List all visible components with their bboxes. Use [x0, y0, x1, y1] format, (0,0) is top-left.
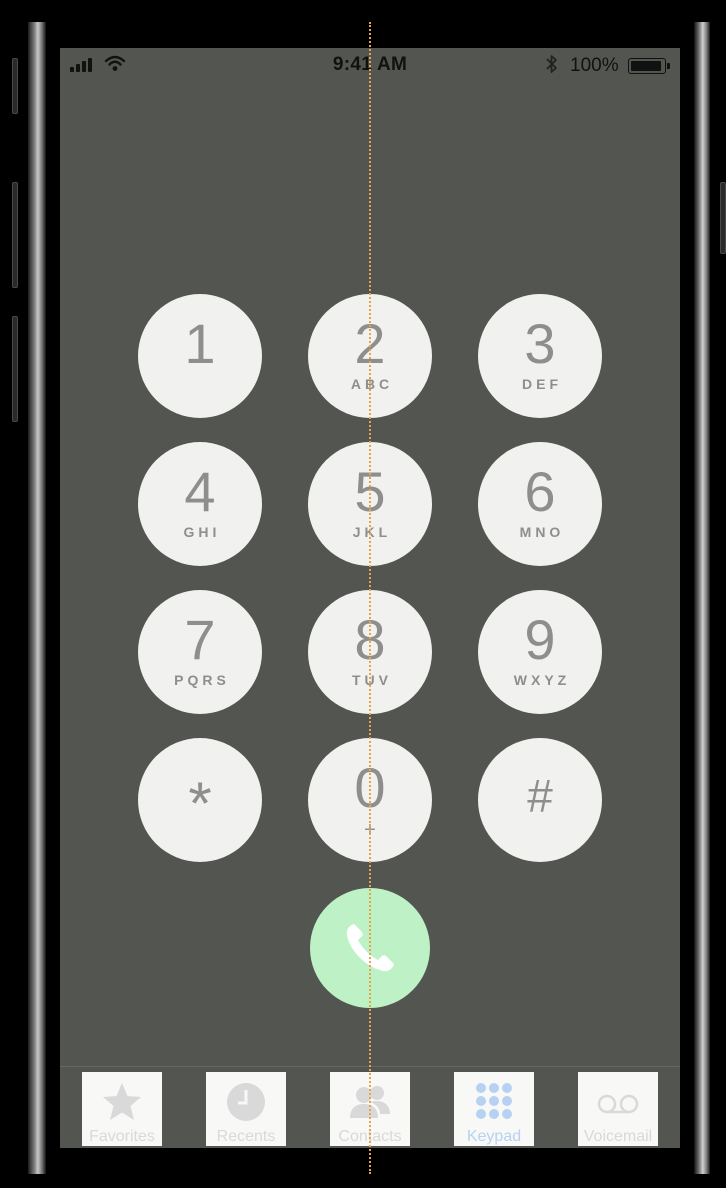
- tab-favorites[interactable]: Favorites: [82, 1072, 162, 1146]
- key-letters: MNO: [519, 524, 565, 540]
- key-digit: 9: [524, 608, 556, 671]
- tab-voicemail[interactable]: Voicemail: [578, 1072, 658, 1146]
- key-digit: 3: [524, 312, 556, 375]
- tab-label: Recents: [216, 1128, 276, 1145]
- tab-label: Favorites: [89, 1128, 155, 1145]
- key-4[interactable]: 4 GHI: [138, 442, 262, 566]
- key-letters: WXYZ: [513, 672, 571, 688]
- volume-up-button: [12, 182, 18, 288]
- key-7[interactable]: 7 PQRS: [138, 590, 262, 714]
- key-digit: #: [527, 770, 553, 822]
- tab-label: Keypad: [466, 1128, 522, 1145]
- key-9[interactable]: 9 WXYZ: [478, 590, 602, 714]
- key-star[interactable]: *: [138, 738, 262, 862]
- key-digit: *: [188, 770, 212, 837]
- key-digit: 6: [524, 460, 556, 523]
- battery-percent: 100%: [570, 55, 619, 76]
- clock-icon: [227, 1083, 265, 1121]
- battery-icon: [628, 58, 670, 74]
- voicemail-icon: [597, 1094, 639, 1114]
- tab-recents[interactable]: Recents: [206, 1072, 286, 1146]
- phone-frame-left: [28, 22, 46, 1174]
- key-digit: 7: [184, 608, 216, 671]
- power-button: [720, 182, 726, 254]
- mute-switch: [12, 58, 18, 114]
- key-letters: DEF: [522, 376, 562, 392]
- keypad-icon: [476, 1083, 512, 1119]
- key-letters: PQRS: [174, 672, 230, 688]
- key-3[interactable]: 3 DEF: [478, 294, 602, 418]
- star-icon: [103, 1083, 141, 1120]
- key-hash[interactable]: #: [478, 738, 602, 862]
- key-1[interactable]: 1: [138, 294, 262, 418]
- tab-keypad[interactable]: Keypad: [454, 1072, 534, 1146]
- bluetooth-icon: [546, 55, 557, 73]
- phone-frame-right: [694, 22, 710, 1174]
- key-letters: GHI: [183, 524, 221, 540]
- key-6[interactable]: 6 MNO: [478, 442, 602, 566]
- alignment-guide-line: [369, 22, 371, 1174]
- key-digit: 4: [184, 460, 216, 523]
- tab-label: Voicemail: [583, 1128, 653, 1145]
- key-digit: 1: [184, 312, 216, 375]
- volume-down-button: [12, 316, 18, 422]
